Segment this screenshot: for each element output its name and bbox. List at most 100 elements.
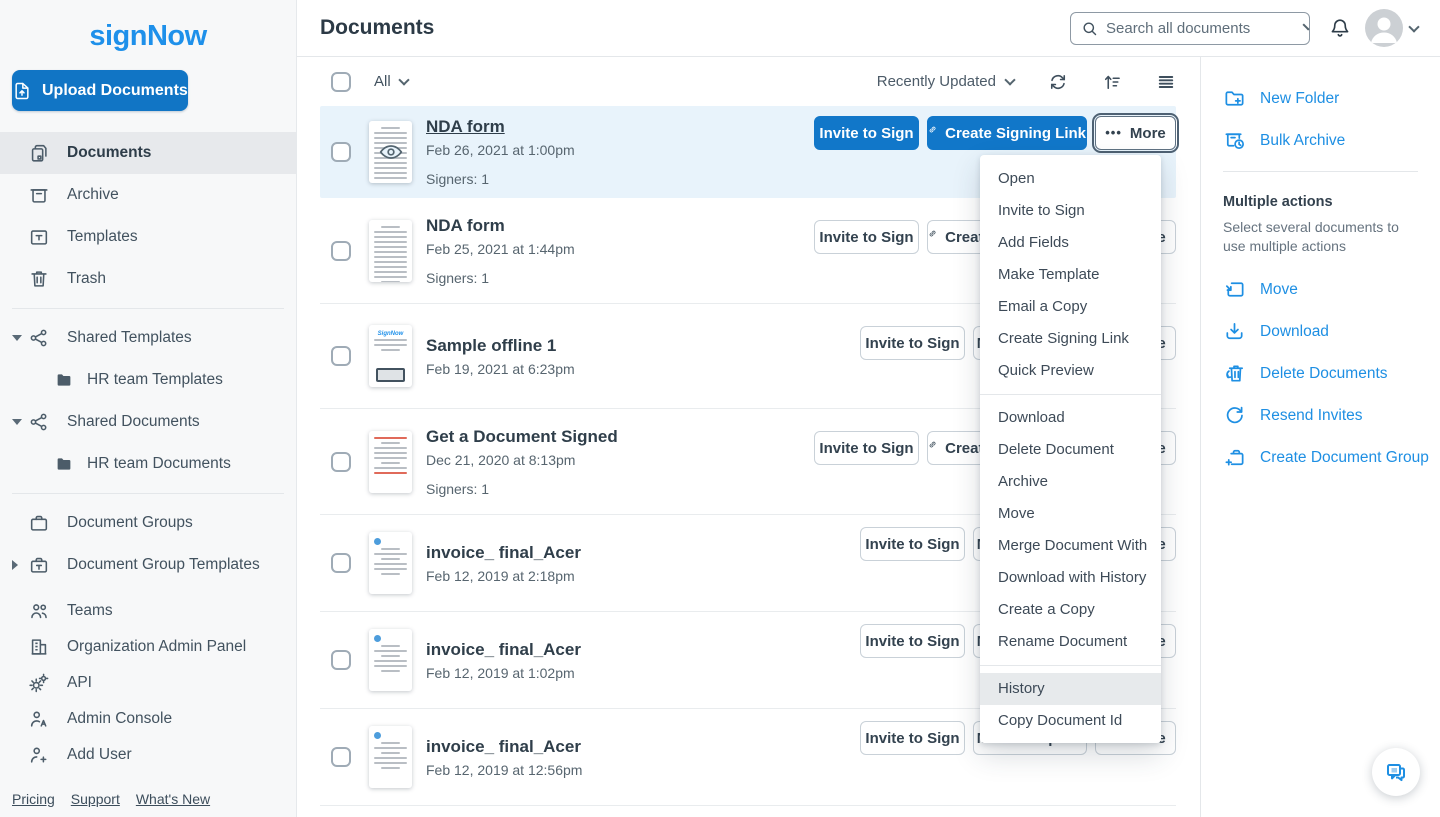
sidebar-item-archive[interactable]: Archive bbox=[0, 174, 296, 216]
whats-new-link[interactable]: What's New bbox=[136, 791, 210, 807]
document-title-link[interactable]: invoice_ final_Acer bbox=[426, 737, 581, 756]
create-document-group-icon bbox=[1223, 446, 1246, 469]
menu-item-history[interactable]: History bbox=[980, 673, 1161, 705]
document-title-link[interactable]: NDA form bbox=[426, 117, 505, 136]
menu-item-merge-document-with[interactable]: Merge Document With bbox=[980, 530, 1161, 562]
document-thumbnail[interactable]: SignNow bbox=[369, 325, 412, 387]
invite-to-sign-button[interactable]: Invite to Sign bbox=[860, 721, 965, 755]
list-density-icon[interactable] bbox=[1156, 72, 1176, 92]
create-signing-link-button[interactable]: Create Signing Link bbox=[927, 116, 1087, 150]
document-title-link[interactable]: invoice_ final_Acer bbox=[426, 640, 581, 659]
chat-support-button[interactable] bbox=[1372, 748, 1420, 796]
sidebar-item-documents[interactable]: Documents bbox=[0, 132, 296, 174]
row-checkbox[interactable] bbox=[331, 747, 351, 767]
chevron-down-icon[interactable] bbox=[12, 335, 22, 341]
select-all-checkbox[interactable] bbox=[331, 72, 351, 92]
sidebar-item-hr-team-templates[interactable]: HR team Templates bbox=[0, 359, 296, 401]
menu-item-open[interactable]: Open bbox=[980, 163, 1161, 195]
sidebar-item-document-groups[interactable]: Document Groups bbox=[0, 502, 296, 544]
upload-document-icon bbox=[12, 81, 32, 101]
menu-item-move[interactable]: Move bbox=[980, 498, 1161, 530]
chevron-down-icon[interactable] bbox=[12, 419, 22, 425]
move-button[interactable]: Move bbox=[1223, 278, 1440, 301]
sidebar-item-organization-admin-panel[interactable]: Organization Admin Panel bbox=[0, 629, 296, 665]
menu-item-download-with-history[interactable]: Download with History bbox=[980, 562, 1161, 594]
sidebar-item-document-group-templates[interactable]: Document Group Templates bbox=[0, 544, 296, 586]
document-title-link[interactable]: NDA form bbox=[426, 216, 505, 235]
pricing-link[interactable]: Pricing bbox=[12, 791, 55, 807]
menu-item-download[interactable]: Download bbox=[980, 402, 1161, 434]
user-menu[interactable] bbox=[1365, 9, 1418, 47]
menu-item-make-template[interactable]: Make Template bbox=[980, 259, 1161, 291]
filter-dropdown[interactable]: All bbox=[374, 73, 408, 90]
multiple-actions-hint: Select several documents to use multiple… bbox=[1223, 218, 1419, 256]
preview-eye-icon bbox=[378, 139, 404, 165]
document-thumbnail[interactable] bbox=[369, 121, 412, 183]
sidebar-item-shared-templates[interactable]: Shared Templates bbox=[0, 317, 296, 359]
share-network-icon bbox=[28, 411, 50, 433]
sidebar-item-admin-console[interactable]: Admin Console bbox=[0, 701, 296, 737]
row-checkbox[interactable] bbox=[331, 142, 351, 162]
document-title-link[interactable]: invoice_ final_Acer bbox=[426, 543, 581, 562]
document-thumbnail[interactable] bbox=[369, 431, 412, 493]
menu-item-quick-preview[interactable]: Quick Preview bbox=[980, 355, 1161, 387]
upload-documents-button[interactable]: Upload Documents bbox=[12, 70, 188, 111]
menu-item-delete-document[interactable]: Delete Document bbox=[980, 434, 1161, 466]
document-date: Feb 12, 2019 at 12:56pm bbox=[426, 762, 582, 778]
resend-invites-button[interactable]: Resend Invites bbox=[1223, 404, 1440, 427]
sort-direction-icon[interactable] bbox=[1102, 72, 1122, 92]
menu-item-create-a-copy[interactable]: Create a Copy bbox=[980, 594, 1161, 626]
sidebar-item-teams[interactable]: Teams bbox=[0, 593, 296, 629]
document-thumbnail[interactable] bbox=[369, 629, 412, 691]
devices-illustration bbox=[376, 368, 405, 382]
document-thumbnail[interactable] bbox=[369, 726, 412, 788]
avatar[interactable] bbox=[1365, 9, 1403, 47]
invite-to-sign-button[interactable]: Invite to Sign bbox=[860, 527, 965, 561]
signnow-logo: signNow bbox=[0, 0, 296, 53]
menu-item-email-a-copy[interactable]: Email a Copy bbox=[980, 291, 1161, 323]
sidebar-item-hr-team-documents[interactable]: HR team Documents bbox=[0, 443, 296, 485]
sidebar-item-shared-documents[interactable]: Shared Documents bbox=[0, 401, 296, 443]
search-input[interactable] bbox=[1106, 20, 1305, 37]
more-button[interactable]: ••• More bbox=[1095, 116, 1176, 150]
invite-to-sign-button[interactable]: Invite to Sign bbox=[860, 326, 965, 360]
row-checkbox[interactable] bbox=[331, 346, 351, 366]
menu-item-add-fields[interactable]: Add Fields bbox=[980, 227, 1161, 259]
create-document-group-button[interactable]: Create Document Group bbox=[1223, 446, 1440, 469]
support-link[interactable]: Support bbox=[71, 791, 120, 807]
search-box[interactable] bbox=[1070, 12, 1310, 45]
invite-to-sign-button[interactable]: Invite to Sign bbox=[814, 431, 919, 465]
delete-documents-button[interactable]: Delete Documents bbox=[1223, 362, 1440, 385]
row-checkbox[interactable] bbox=[331, 553, 351, 573]
download-button[interactable]: Download bbox=[1223, 320, 1440, 343]
row-checkbox[interactable] bbox=[331, 241, 351, 261]
invite-to-sign-button[interactable]: Invite to Sign bbox=[860, 624, 965, 658]
sort-order-dropdown[interactable]: Recently Updated bbox=[877, 73, 1014, 90]
sidebar-item-trash[interactable]: Trash bbox=[0, 258, 296, 300]
notifications-bell-icon[interactable] bbox=[1329, 17, 1351, 41]
bulk-archive-button[interactable]: Bulk Archive bbox=[1223, 129, 1440, 152]
invite-to-sign-button[interactable]: Invite to Sign bbox=[814, 220, 919, 254]
document-title-link[interactable]: Get a Document Signed bbox=[426, 427, 618, 446]
api-gears-icon bbox=[28, 672, 50, 694]
chevron-right-icon[interactable] bbox=[12, 560, 18, 570]
menu-item-archive[interactable]: Archive bbox=[980, 466, 1161, 498]
sidebar-item-templates[interactable]: Templates bbox=[0, 216, 296, 258]
new-folder-button[interactable]: New Folder bbox=[1223, 87, 1440, 110]
menu-item-invite-to-sign[interactable]: Invite to Sign bbox=[980, 195, 1161, 227]
teams-icon bbox=[28, 600, 50, 622]
refresh-icon[interactable] bbox=[1048, 72, 1068, 92]
document-thumbnail[interactable] bbox=[369, 220, 412, 282]
invite-to-sign-button[interactable]: Invite to Sign bbox=[814, 116, 919, 150]
menu-item-copy-document-id[interactable]: Copy Document Id bbox=[980, 705, 1161, 737]
document-date: Feb 25, 2021 at 1:44pm bbox=[426, 241, 575, 257]
menu-item-create-signing-link[interactable]: Create Signing Link bbox=[980, 323, 1161, 355]
document-title-link[interactable]: Sample offline 1 bbox=[426, 336, 556, 355]
sidebar-item-api[interactable]: API bbox=[0, 665, 296, 701]
row-checkbox[interactable] bbox=[331, 452, 351, 472]
document-thumbnail[interactable] bbox=[369, 532, 412, 594]
row-checkbox[interactable] bbox=[331, 650, 351, 670]
menu-item-rename-document[interactable]: Rename Document bbox=[980, 626, 1161, 658]
sidebar-item-add-user[interactable]: Add User bbox=[0, 737, 296, 773]
multiple-actions-title: Multiple actions bbox=[1223, 194, 1440, 210]
